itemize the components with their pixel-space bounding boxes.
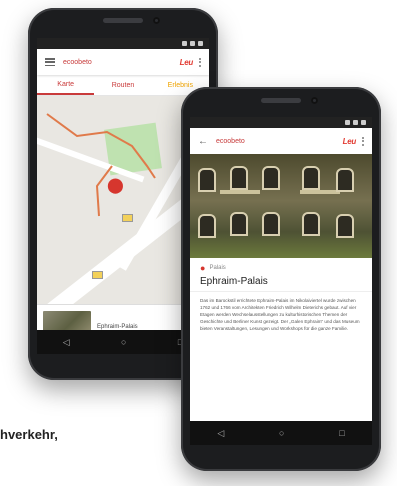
recent-nav-icon[interactable]: □: [339, 428, 344, 438]
back-arrow-icon[interactable]: ←: [198, 136, 208, 147]
back-nav-icon[interactable]: ◁: [63, 337, 70, 348]
map-marker-icon: [122, 214, 133, 222]
page-caption: hverkehr,: [0, 427, 58, 442]
tab-routen[interactable]: Routen: [94, 77, 151, 94]
category-label: Palais: [209, 265, 226, 271]
back-nav-icon[interactable]: ◁: [217, 428, 224, 439]
menu-icon[interactable]: [45, 58, 55, 66]
home-nav-icon[interactable]: ○: [121, 337, 126, 347]
overflow-menu-icon[interactable]: [362, 136, 364, 146]
nav-bar: ◁ ○ □: [190, 421, 372, 445]
brand-logo: Leu: [179, 57, 194, 67]
place-title: Ephraim-Palais: [190, 273, 372, 292]
map-pin-icon[interactable]: ⬤: [107, 178, 124, 193]
app-title: ecoobeto: [216, 137, 245, 145]
app-bar: ← ecoobeto Leu: [190, 128, 372, 154]
place-photo: [190, 154, 372, 258]
tab-bar: Karte Routen Erlebnis: [37, 75, 209, 96]
brand-logo: Leu: [342, 136, 357, 146]
phone-camera: [153, 17, 160, 24]
phone-speaker: [261, 98, 301, 103]
app-title: ecoobeto: [63, 58, 92, 66]
place-category: ● Palais: [190, 258, 372, 273]
status-bar: [37, 38, 209, 49]
place-description: Das im Barockstil errichtete Ephraim-Pal…: [200, 298, 360, 331]
phone-detail: ← ecoobeto Leu ● Palais Ephraim-Palais D…: [181, 87, 381, 471]
tab-karte[interactable]: Karte: [37, 76, 95, 95]
detail-screen: ← ecoobeto Leu ● Palais Ephraim-Palais D…: [190, 117, 372, 445]
map-marker-icon: [92, 271, 103, 279]
overflow-menu-icon[interactable]: [199, 57, 201, 67]
status-bar: [190, 117, 372, 128]
phone-speaker: [103, 18, 143, 23]
home-nav-icon[interactable]: ○: [279, 428, 284, 438]
app-bar: ecoobeto Leu: [37, 49, 209, 75]
location-pin-icon: ●: [200, 263, 206, 273]
phone-camera: [311, 97, 318, 104]
